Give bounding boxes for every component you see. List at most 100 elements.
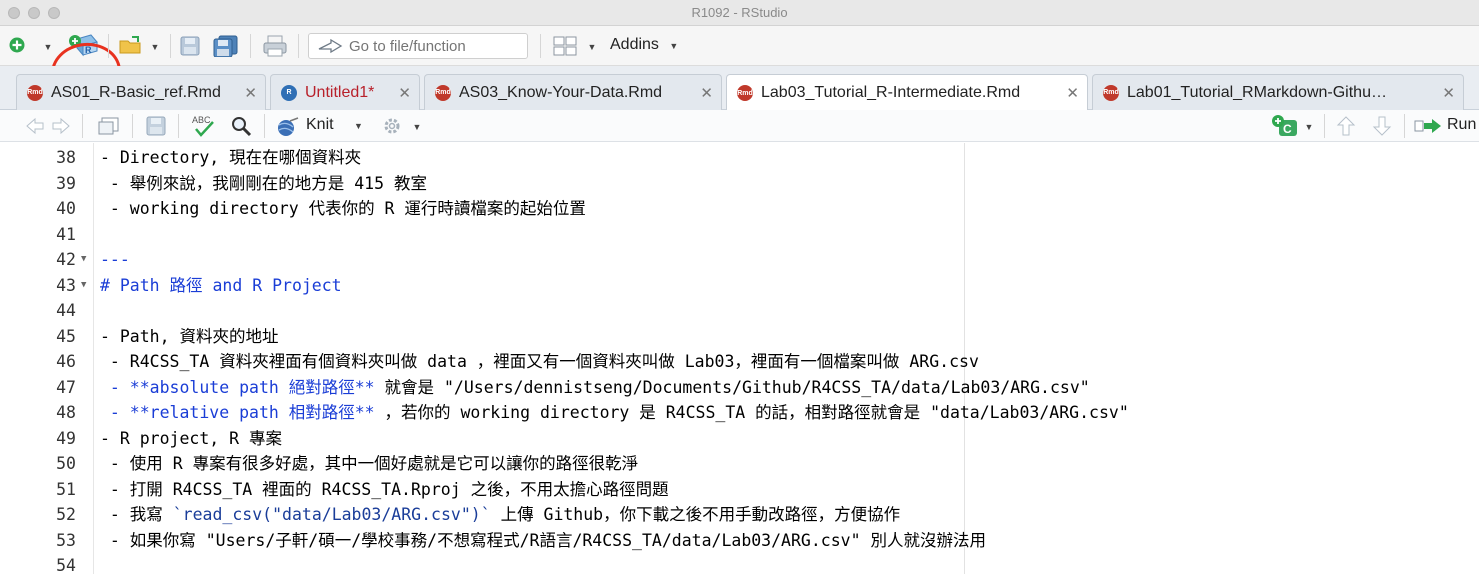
tab-as01[interactable]: Rmd AS01_R-Basic_ref.Rmd ✕ bbox=[16, 74, 266, 110]
main-toolbar: ▼ R ▼ ▼ Addins ▼ bbox=[0, 26, 1479, 105]
open-file-dropdown[interactable]: ▼ bbox=[148, 40, 162, 54]
editor-tab-bar: Rmd AS01_R-Basic_ref.Rmd ✕ R Untitled1* … bbox=[0, 66, 1479, 111]
save-all-button[interactable] bbox=[212, 34, 240, 58]
line-text: - 如果你寫 "Users/子軒/碩一/學校事務/不想寫程式/R語言/R4CSS… bbox=[100, 530, 986, 550]
new-file-button[interactable] bbox=[6, 34, 28, 56]
goto-file-function-field[interactable] bbox=[308, 33, 528, 59]
tab-as03[interactable]: Rmd AS03_Know-Your-Data.Rmd ✕ bbox=[424, 74, 722, 110]
editor-toolbar: ABC Knit ▼ ▼ C ▼ Run bbox=[0, 110, 1479, 142]
line-number: 49 bbox=[56, 428, 76, 448]
grid-panes-icon bbox=[553, 36, 577, 56]
editor-line: 44 bbox=[0, 298, 1479, 324]
settings-button[interactable] bbox=[380, 115, 404, 137]
line-number: 50 bbox=[56, 454, 76, 473]
line-number: 41 bbox=[56, 224, 76, 244]
printer-icon bbox=[263, 35, 287, 57]
rmd-file-icon: Rmd bbox=[1103, 84, 1119, 101]
code-editor[interactable]: 38 - Directory, 現在在哪個資料夾 39 - 舉例來說，我剛剛在的地… bbox=[0, 143, 1479, 574]
goto-file-function-input[interactable] bbox=[349, 37, 519, 55]
find-replace-button[interactable] bbox=[228, 114, 254, 138]
close-tab-icon[interactable]: ✕ bbox=[1066, 84, 1079, 102]
line-number: 40 bbox=[56, 199, 76, 218]
r-file-icon: R bbox=[281, 84, 297, 101]
editor-line: 41 bbox=[0, 222, 1479, 248]
tab-untitled1[interactable]: R Untitled1* ✕ bbox=[270, 74, 420, 110]
fold-caret-icon[interactable]: ▼ bbox=[81, 247, 86, 273]
line-text: - 打開 R4CSS_TA 裡面的 R4CSS_TA.Rproj 之後，不用太擔… bbox=[100, 479, 669, 499]
save-document-button[interactable] bbox=[144, 115, 168, 137]
fold-caret-icon[interactable]: ▼ bbox=[81, 273, 86, 299]
forward-button[interactable] bbox=[50, 115, 72, 137]
line-number: 48 bbox=[56, 403, 76, 422]
show-in-window-button[interactable] bbox=[96, 115, 122, 137]
editor-line: 50 - 使用 R 專案有很多好處，其中一個好處就是它可以讓你的路徑很乾淨 bbox=[0, 451, 1479, 477]
line-text: 上傳 Github，你下載之後不用手動改路徑，方便協作 bbox=[490, 505, 901, 524]
tab-lab03[interactable]: Rmd Lab03_Tutorial_R-Intermediate.Rmd ✕ bbox=[726, 74, 1088, 111]
popout-window-icon bbox=[98, 117, 119, 135]
line-text: --- bbox=[100, 250, 130, 269]
gear-icon bbox=[384, 118, 400, 134]
knit-button[interactable]: Knit ▼ bbox=[278, 116, 363, 136]
down-arrow-icon bbox=[1372, 116, 1392, 136]
yarn-ball-icon bbox=[278, 117, 299, 136]
workspace-panes-button[interactable] bbox=[552, 34, 578, 58]
insert-chunk-icon: C bbox=[1272, 115, 1297, 136]
forward-arrow-icon bbox=[52, 117, 70, 135]
workspace-panes-dropdown[interactable]: ▼ bbox=[585, 40, 599, 54]
save-button[interactable] bbox=[178, 34, 202, 58]
line-number: 47 bbox=[56, 377, 76, 397]
line-number: 39 bbox=[56, 173, 76, 193]
tab-label: AS01_R-Basic_ref.Rmd bbox=[51, 83, 221, 101]
inline-code: `read_csv("data/Lab03/ARG.csv")` bbox=[172, 505, 491, 524]
addins-menu[interactable]: Addins ▼ bbox=[610, 36, 678, 54]
tab-lab01[interactable]: Rmd Lab01_Tutorial_RMarkdown-Githu… ✕ bbox=[1092, 74, 1464, 110]
run-arrow-holder bbox=[1414, 116, 1444, 136]
rmd-file-icon: Rmd bbox=[737, 85, 753, 101]
previous-chunk-button[interactable] bbox=[1334, 114, 1358, 138]
line-text: - Directory, 現在在哪個資料夾 bbox=[100, 148, 362, 167]
back-arrow-icon bbox=[26, 117, 44, 135]
bold-text: - **absolute path 絕對路徑** bbox=[100, 377, 375, 397]
editor-line: 46 - R4CSS_TA 資料夾裡面有個資料夾叫做 data ，裡面又有一個資… bbox=[0, 349, 1479, 375]
line-text: - working directory 代表你的 R 運行時讀檔案的起始位置 bbox=[100, 199, 586, 218]
spellcheck-icon: ABC bbox=[192, 115, 214, 137]
close-tab-icon[interactable]: ✕ bbox=[398, 84, 411, 102]
editor-line: 54 bbox=[0, 553, 1479, 574]
svg-text:ABC: ABC bbox=[192, 115, 211, 125]
magnifier-icon bbox=[232, 117, 252, 137]
editor-line: 39 - 舉例來說，我剛剛在的地方是 415 教室 bbox=[0, 171, 1479, 197]
close-tab-icon[interactable]: ✕ bbox=[1442, 84, 1455, 102]
line-number: 38 bbox=[56, 148, 76, 167]
caret-down-icon: ▼ bbox=[1304, 122, 1314, 132]
line-number: 43 bbox=[56, 275, 76, 295]
insert-chunk-button[interactable]: C bbox=[1270, 113, 1300, 139]
spell-check-button[interactable]: ABC bbox=[190, 113, 218, 139]
run-arrow-icon bbox=[1414, 119, 1441, 133]
close-tab-icon[interactable]: ✕ bbox=[244, 84, 257, 102]
back-button[interactable] bbox=[24, 115, 46, 137]
open-file-button[interactable] bbox=[116, 34, 146, 56]
up-arrow-icon bbox=[1336, 116, 1356, 136]
insert-chunk-dropdown[interactable]: ▼ bbox=[1302, 120, 1316, 134]
window-title: R1092 - RStudio bbox=[691, 5, 788, 20]
line-number: 54 bbox=[56, 556, 76, 574]
editor-line: 38 - Directory, 現在在哪個資料夾 bbox=[0, 145, 1479, 171]
plus-circle-icon bbox=[9, 37, 25, 53]
editor-line: 42 ▼ --- bbox=[0, 247, 1479, 273]
line-text: ，若你的 working directory 是 R4CSS_TA 的話，相對路… bbox=[374, 403, 1129, 422]
settings-dropdown[interactable]: ▼ bbox=[410, 120, 424, 134]
close-tab-icon[interactable]: ✕ bbox=[700, 84, 713, 102]
print-button[interactable] bbox=[260, 34, 290, 58]
line-text: 就會是 "/Users/dennistseng/Documents/Github… bbox=[374, 377, 1090, 397]
bold-text: - **relative path 相對路徑** bbox=[100, 403, 375, 422]
next-chunk-button[interactable] bbox=[1370, 114, 1394, 138]
tab-label: Lab01_Tutorial_RMarkdown-Githu… bbox=[1127, 83, 1387, 101]
run-button[interactable]: Run bbox=[1447, 116, 1476, 134]
addins-label: Addins bbox=[610, 36, 659, 53]
line-text: - 舉例來說，我剛剛在的地方是 415 教室 bbox=[100, 173, 427, 193]
save-all-icon bbox=[213, 35, 238, 57]
line-number: 42 bbox=[56, 250, 76, 269]
title-bar: R1092 - RStudio bbox=[0, 0, 1479, 26]
new-file-dropdown[interactable]: ▼ bbox=[40, 40, 56, 54]
caret-down-icon: ▼ bbox=[412, 122, 422, 132]
